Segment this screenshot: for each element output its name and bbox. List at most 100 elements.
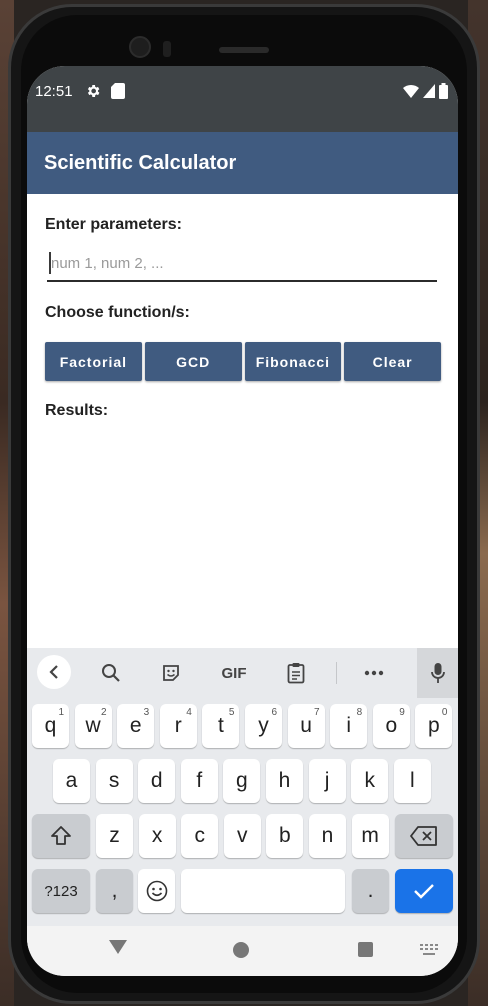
key-q[interactable]: q1 [32,704,69,748]
emoji-key[interactable] [138,869,175,913]
key-o[interactable]: o9 [372,704,410,748]
key-g[interactable]: g [223,759,261,803]
key-d[interactable]: d [138,759,176,803]
space-key[interactable] [181,869,345,913]
shift-key[interactable] [32,814,90,858]
battery-icon [439,83,448,99]
key-c-label: c [194,824,205,847]
key-z-label: z [109,824,120,847]
key-d-label: d [150,769,163,792]
key-r[interactable]: r4 [159,704,197,748]
app-bar: Scientific Calculator [27,132,458,194]
backspace-key[interactable] [395,814,453,858]
key-y-label: y [258,714,269,737]
search-icon[interactable] [96,658,126,688]
key-v[interactable]: v [223,814,261,858]
period-key[interactable]: . [352,869,389,913]
key-a[interactable]: a [53,759,90,803]
fibonacci-button[interactable]: Fibonacci [244,342,342,381]
gif-button[interactable]: GIF [216,658,252,688]
text-cursor [49,252,51,274]
key-s-label: s [108,769,120,792]
symbols-key[interactable]: ?123 [32,869,90,913]
key-p[interactable]: p0 [415,704,453,748]
key-h-label: h [278,769,291,792]
on-screen-keyboard: GIF q1w2e3r4t5y6u7i8o9p0asdfghjklzxcvbnm… [27,648,458,926]
nav-recents-icon[interactable] [358,942,373,957]
key-p-label: p [428,714,440,737]
cell-signal-icon [423,84,435,98]
params-label: Enter parameters: [45,216,182,233]
key-a-label: a [65,769,78,792]
enter-key[interactable] [395,869,453,913]
gear-icon [87,85,100,97]
factorial-button[interactable]: Factorial [45,342,142,381]
wifi-icon [403,84,419,98]
navigation-bar [27,926,458,976]
key-i-label: i [346,714,352,737]
key-h[interactable]: h [266,759,303,803]
key-s[interactable]: s [95,759,133,803]
key-w-label: w [85,714,101,737]
key-b[interactable]: b [266,814,304,858]
clear-button[interactable]: Clear [344,342,441,381]
key-o-label: o [385,714,398,737]
comma-key-label: , [111,879,118,902]
key-k[interactable]: k [351,759,389,803]
key-z[interactable]: z [96,814,133,858]
key-x[interactable]: x [138,814,176,858]
emoji-icon [146,880,167,902]
back-arrow-icon[interactable] [37,655,71,689]
mic-icon[interactable] [417,648,458,698]
key-y[interactable]: y6 [245,704,282,748]
status-time: 12:51 [35,83,73,100]
symbols-key-label: ?123 [44,882,78,900]
key-c[interactable]: c [181,814,219,858]
key-q-hint: 1 [58,707,64,718]
comma-key[interactable]: , [96,869,133,913]
key-u[interactable]: u7 [287,704,325,748]
key-e[interactable]: e3 [117,704,155,748]
sticker-icon[interactable] [156,658,186,688]
earpiece-speaker [219,47,269,53]
gcd-button[interactable]: GCD [144,342,242,381]
clipboard-icon[interactable] [281,658,311,688]
key-m[interactable]: m [351,814,389,858]
app-title: Scientific Calculator [44,152,237,174]
results-label: Results: [45,402,109,419]
key-t[interactable]: t5 [202,704,240,748]
key-t-label: t [217,714,224,737]
key-r-hint: 4 [186,707,192,718]
key-n[interactable]: n [309,814,346,858]
key-e-hint: 3 [143,707,150,718]
more-icon[interactable] [359,658,389,688]
params-input[interactable] [47,248,437,278]
key-u-hint: 7 [314,707,320,718]
key-j-label: j [324,769,330,792]
nav-home-icon[interactable] [233,942,249,958]
shift-icon [51,826,71,845]
screen: 12:51 Scientific Calculator Enter parame… [27,66,458,976]
key-f[interactable]: f [180,759,218,803]
key-m-label: m [361,824,379,847]
key-p-hint: 0 [441,707,448,718]
key-i[interactable]: i8 [330,704,368,748]
key-o-hint: 9 [399,707,405,718]
key-l-label: l [409,769,415,792]
keyboard-toolbar: GIF [27,648,458,698]
key-j[interactable]: j [308,759,346,803]
keyboard-switch-icon[interactable] [420,944,438,956]
key-k-label: k [364,769,375,792]
sd-card-icon [111,83,125,99]
key-l[interactable]: l [393,759,431,803]
key-g-label: g [236,769,248,792]
key-e-label: e [129,714,142,737]
key-w-hint: 2 [101,707,107,718]
key-w[interactable]: w2 [74,704,112,748]
backspace-icon [410,826,437,846]
nav-back-icon[interactable] [109,940,127,954]
key-q-label: q [44,714,57,737]
proximity-sensor [163,41,171,57]
key-t-hint: 5 [228,707,235,718]
key-v-label: v [237,824,248,847]
